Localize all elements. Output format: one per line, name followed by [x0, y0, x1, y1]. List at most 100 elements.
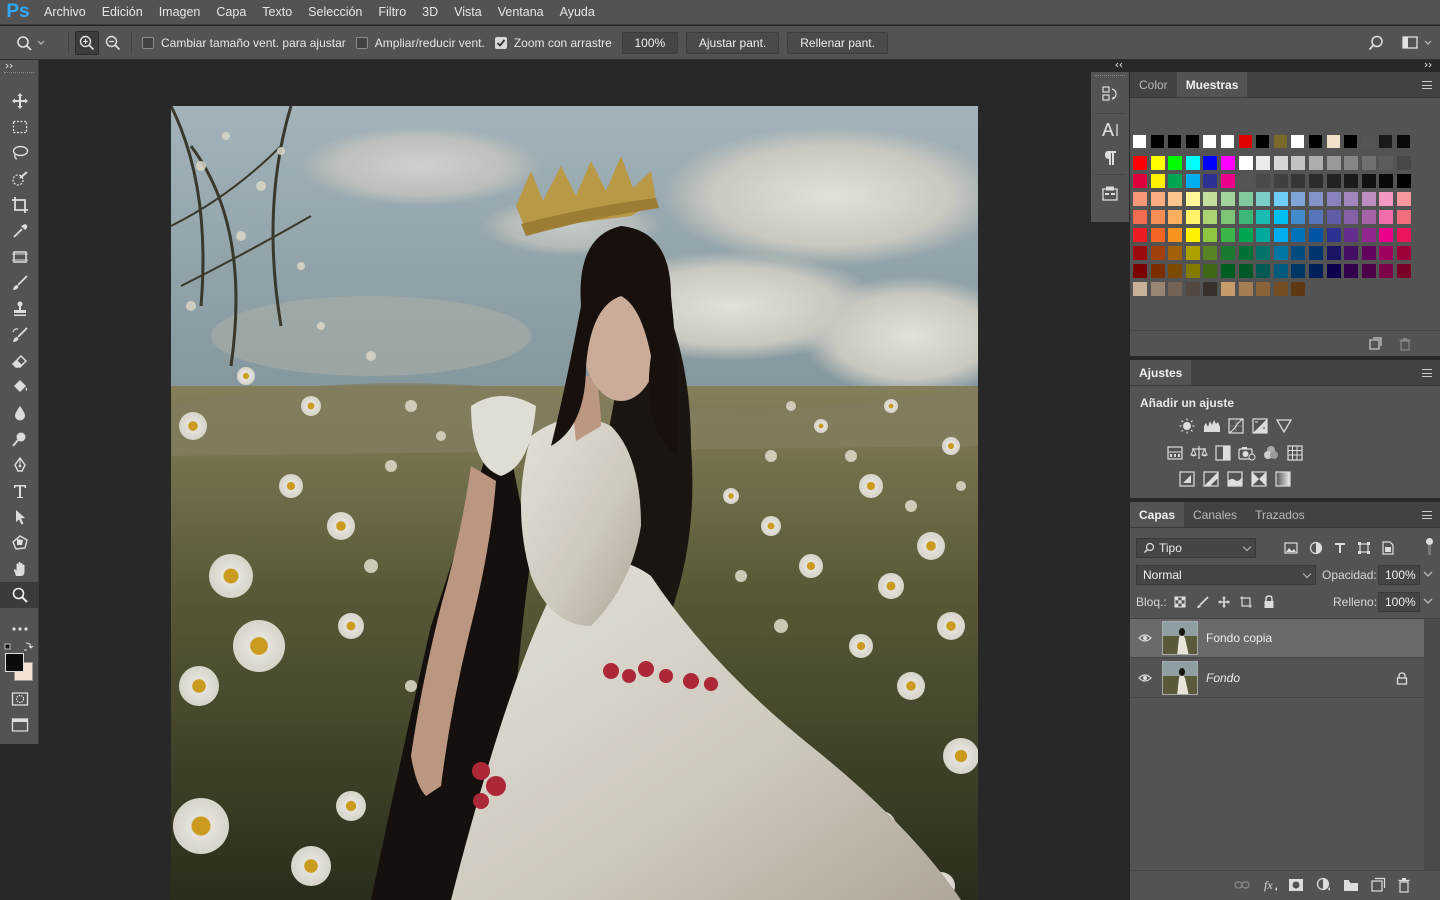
color-swatch[interactable] [1343, 155, 1360, 171]
threshold-icon[interactable] [1227, 471, 1243, 487]
color-swatch[interactable] [1343, 227, 1360, 243]
color-swatch[interactable] [1220, 191, 1236, 207]
zoom-all-windows-checkbox[interactable]: Ampliar/reducir vent. [355, 36, 485, 50]
delete-swatch-icon[interactable] [1398, 337, 1412, 351]
color-swatch[interactable] [1360, 245, 1377, 261]
color-swatch[interactable] [1290, 191, 1307, 207]
fill-input[interactable]: 100% [1378, 592, 1420, 612]
collapse-panels-chevron-icon[interactable] [1424, 62, 1434, 68]
photo-filter-icon[interactable] [1238, 445, 1256, 461]
new-group-icon[interactable] [1343, 878, 1359, 892]
color-swatch[interactable] [1325, 134, 1341, 149]
color-swatch[interactable] [1272, 134, 1288, 149]
blend-mode-select[interactable]: Normal [1136, 565, 1316, 585]
color-swatch[interactable] [1378, 209, 1395, 225]
color-swatch[interactable] [1308, 134, 1323, 149]
color-swatch[interactable] [1237, 209, 1254, 225]
color-swatch[interactable] [1290, 245, 1307, 261]
color-swatch[interactable] [1308, 191, 1324, 207]
color-swatch[interactable] [1237, 281, 1254, 297]
fill-dropdown-icon[interactable] [1422, 596, 1434, 606]
tab-adjustments[interactable]: Ajustes [1130, 360, 1192, 385]
panel-menu-icon[interactable] [1422, 369, 1432, 377]
color-swatch[interactable] [1184, 245, 1201, 261]
lock-transparent-pixels-icon[interactable] [1174, 596, 1186, 608]
color-swatch[interactable] [1184, 227, 1201, 243]
opacity-input[interactable]: 100% [1378, 565, 1420, 585]
color-swatch[interactable] [1132, 245, 1148, 261]
color-swatch[interactable] [1149, 155, 1166, 171]
color-swatch[interactable] [1184, 263, 1201, 279]
color-swatch[interactable] [1167, 191, 1184, 207]
color-swatch[interactable] [1149, 173, 1166, 189]
menu-seleccion[interactable]: Selección [300, 0, 370, 25]
tab-swatches[interactable]: Muestras [1176, 72, 1248, 97]
color-swatch[interactable] [1237, 134, 1253, 149]
color-swatch[interactable] [1378, 155, 1395, 171]
history-panel-button[interactable] [1091, 77, 1129, 111]
color-swatch[interactable] [1290, 209, 1307, 225]
menu-ayuda[interactable]: Ayuda [552, 0, 603, 25]
color-swatch[interactable] [1149, 209, 1166, 225]
panel-menu-icon[interactable] [1422, 511, 1432, 519]
color-swatch[interactable] [1202, 263, 1219, 279]
tool-preset-picker[interactable] [0, 35, 62, 51]
hue-saturation-icon[interactable] [1167, 445, 1183, 461]
opacity-dropdown-icon[interactable] [1422, 569, 1434, 579]
filter-adjustment-layers-icon[interactable] [1309, 541, 1323, 555]
color-swatch[interactable] [1378, 191, 1395, 207]
menu-capa[interactable]: Capa [208, 0, 254, 25]
color-swatch[interactable] [1308, 209, 1324, 225]
crop-tool[interactable] [0, 192, 39, 218]
workspace-switcher[interactable] [1400, 31, 1436, 55]
scrubby-zoom-checkbox[interactable]: Zoom con arrastre [494, 36, 612, 50]
layer-row-fondo[interactable]: Fondo [1130, 659, 1424, 698]
color-swatch[interactable] [1255, 155, 1272, 171]
color-lookup-icon[interactable] [1287, 445, 1303, 461]
paragraph-panel-button[interactable] [1091, 144, 1129, 172]
black-white-icon[interactable] [1215, 445, 1231, 461]
layer-row-fondo-copia[interactable]: Fondo copia [1130, 619, 1424, 658]
paint-bucket-tool[interactable] [0, 374, 39, 400]
color-swatch[interactable] [1378, 227, 1395, 243]
expand-chevron-icon[interactable] [1114, 62, 1124, 68]
color-swatch[interactable] [1220, 155, 1236, 171]
hand-tool[interactable] [0, 556, 39, 582]
document-image[interactable] [171, 106, 978, 900]
color-swatch[interactable] [1308, 227, 1324, 243]
new-layer-icon[interactable] [1370, 877, 1386, 893]
checkbox-box[interactable] [142, 36, 154, 49]
color-swatch[interactable] [1184, 191, 1201, 207]
color-swatch[interactable] [1184, 134, 1200, 149]
exposure-icon[interactable] [1252, 418, 1268, 434]
add-mask-icon[interactable] [1288, 878, 1304, 892]
layer-name[interactable]: Fondo copia [1206, 631, 1272, 645]
color-swatch[interactable] [1255, 191, 1272, 207]
color-swatch[interactable] [1272, 263, 1289, 279]
color-swatch[interactable] [1167, 155, 1184, 171]
zoom-tool[interactable] [0, 582, 39, 608]
lock-artboard-icon[interactable] [1239, 595, 1253, 609]
color-swatch[interactable] [1237, 191, 1254, 207]
color-swatch[interactable] [1360, 134, 1376, 149]
color-swatch[interactable] [1202, 134, 1218, 149]
color-swatch[interactable] [1167, 134, 1183, 149]
lock-position-icon[interactable] [1217, 595, 1231, 609]
color-swatch[interactable] [1184, 155, 1201, 171]
move-tool[interactable] [0, 88, 39, 114]
filter-shape-layers-icon[interactable] [1357, 541, 1371, 555]
color-swatch[interactable] [1290, 263, 1307, 279]
color-swatch[interactable] [1272, 245, 1289, 261]
color-swatch[interactable] [1220, 173, 1236, 189]
color-swatch[interactable] [1132, 155, 1148, 171]
color-swatch[interactable] [1167, 281, 1184, 297]
menu-3d[interactable]: 3D [414, 0, 446, 25]
delete-layer-icon[interactable] [1397, 877, 1411, 893]
color-swatch[interactable] [1378, 134, 1394, 149]
checkbox-box-checked[interactable] [494, 36, 507, 49]
color-swatch[interactable] [1396, 173, 1412, 189]
color-swatch[interactable] [1396, 245, 1412, 261]
new-swatch-icon[interactable] [1368, 337, 1382, 351]
channel-mixer-icon[interactable] [1263, 445, 1279, 461]
color-swatch[interactable] [1272, 191, 1289, 207]
